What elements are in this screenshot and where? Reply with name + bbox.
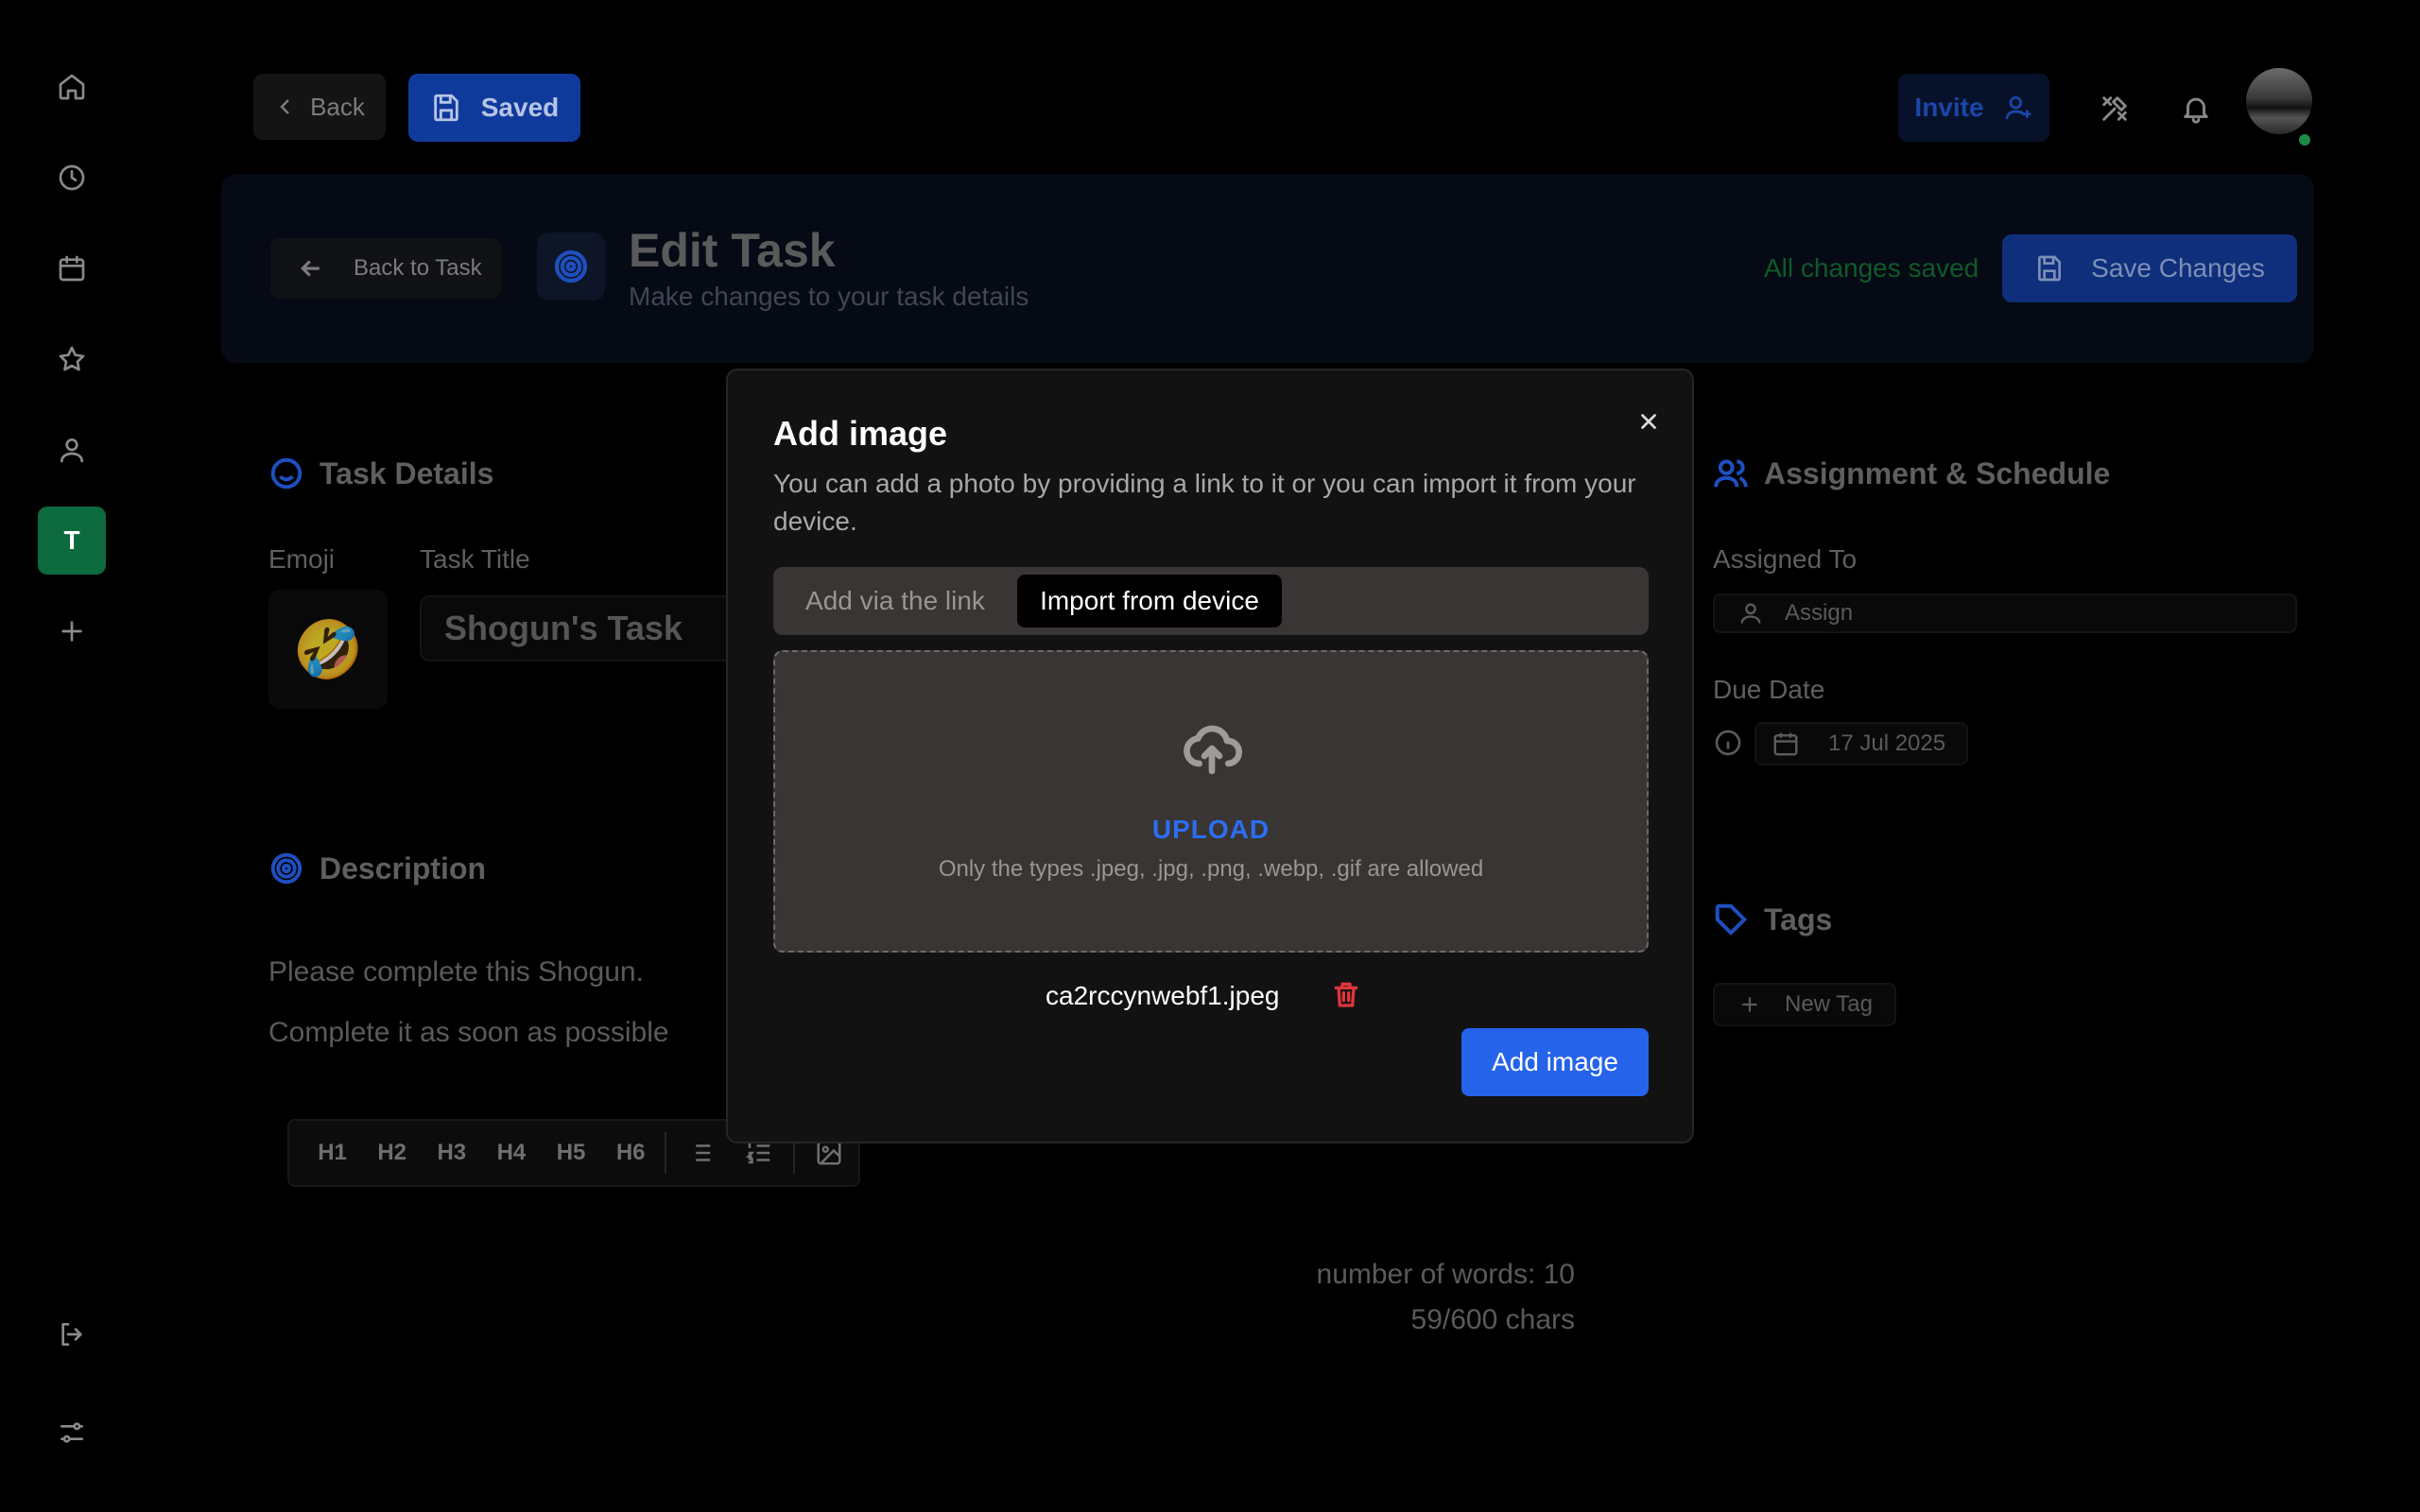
source-tabs: Add via the link Import from device — [773, 567, 1649, 635]
user-avatar[interactable] — [2246, 68, 2312, 134]
allowed-types-text: Only the types .jpeg, .jpg, .png, .webp,… — [938, 856, 1484, 882]
edit-header — [221, 174, 2314, 363]
heading-5-button[interactable]: H5 — [542, 1126, 601, 1179]
back-to-task-button[interactable]: Back to Task — [270, 238, 501, 299]
trash-icon[interactable] — [1331, 979, 1365, 1013]
target-icon — [270, 852, 302, 885]
calendar-icon — [1773, 732, 1798, 756]
description-line[interactable]: Please complete this Shogun. — [268, 956, 644, 988]
plus-icon — [1742, 997, 1757, 1012]
description-title: Description — [320, 850, 487, 885]
word-count: number of words: 10 — [1316, 1259, 1575, 1290]
bullet-list-icon[interactable] — [670, 1126, 730, 1179]
char-count: 59/600 chars — [1410, 1304, 1575, 1335]
due-date-label: Due Date — [1713, 675, 1825, 704]
clock-icon[interactable] — [38, 144, 106, 212]
home-icon[interactable] — [38, 53, 106, 121]
chevron-left-icon — [280, 99, 289, 114]
logout-icon[interactable] — [38, 1300, 106, 1368]
online-status-dot — [2297, 132, 2312, 147]
tag-icon — [1715, 903, 1748, 936]
save-icon — [434, 94, 458, 122]
upload-dropzone[interactable]: UPLOAD Only the types .jpeg, .jpg, .png,… — [773, 650, 1649, 953]
save-status: All changes saved — [1764, 253, 1979, 283]
heading-3-button[interactable]: H3 — [422, 1126, 481, 1179]
back-to-task-label: Back to Task — [354, 255, 482, 281]
heading-2-button[interactable]: H2 — [362, 1126, 422, 1179]
description-heading: Description — [268, 850, 486, 886]
bell-icon[interactable] — [2172, 85, 2220, 132]
emoji-label: Emoji — [268, 544, 336, 574]
user-icon — [1740, 603, 1761, 624]
dialog-description: You can add a photo by providing a link … — [773, 469, 1636, 536]
info-icon[interactable] — [1713, 728, 1743, 758]
back-label: Back — [310, 92, 365, 121]
saved-button[interactable]: Saved — [408, 74, 580, 142]
selected-file-name: ca2rccynwebf1.jpeg — [1046, 981, 1280, 1010]
saved-label: Saved — [480, 93, 560, 122]
new-tag-label: New Tag — [1785, 991, 1873, 1017]
user-icon[interactable] — [38, 416, 106, 484]
due-date-value: 17 Jul 2025 — [1828, 730, 1946, 756]
add-image-button[interactable]: Add image — [1461, 1028, 1649, 1096]
smile-icon — [270, 457, 302, 490]
upload-label[interactable]: UPLOAD — [775, 815, 1647, 845]
assign-input[interactable]: Assign — [1713, 593, 2297, 633]
invite-label: Invite — [1914, 93, 1984, 122]
star-icon[interactable] — [38, 325, 106, 393]
task-details-title: Task Details — [320, 455, 494, 490]
workspace-avatar[interactable]: T — [38, 507, 106, 575]
save-icon — [2038, 255, 2062, 282]
new-tag-button[interactable]: New Tag — [1713, 983, 1896, 1026]
assignment-title: Assignment & Schedule — [1764, 455, 2111, 490]
calendar-icon[interactable] — [38, 234, 106, 302]
heading-1-button[interactable]: H1 — [302, 1126, 362, 1179]
assigned-to-label: Assigned To — [1713, 544, 1858, 574]
due-date-picker[interactable]: 17 Jul 2025 — [1754, 722, 1968, 765]
tags-title: Tags — [1764, 902, 1833, 936]
page-title: Edit Task — [629, 224, 836, 277]
cloud-upload-icon — [1182, 718, 1242, 779]
dialog-title: Add image — [773, 414, 948, 453]
task-details-heading: Task Details — [268, 455, 493, 491]
assignment-heading: Assignment & Schedule — [1713, 455, 2110, 491]
toolbar-divider — [664, 1132, 666, 1174]
close-icon[interactable] — [1628, 401, 1669, 442]
tools-icon[interactable] — [2091, 85, 2138, 132]
heading-6-button[interactable]: H6 — [601, 1126, 661, 1179]
plus-icon[interactable] — [38, 597, 106, 665]
users-icon — [1714, 459, 1748, 488]
sliders-icon[interactable] — [38, 1399, 106, 1467]
page-subtitle: Make changes to your task details — [629, 282, 1029, 311]
target-icon — [537, 232, 605, 301]
tags-heading: Tags — [1713, 902, 1832, 937]
add-image-dialog: Add image You can add a photo by providi… — [726, 369, 1694, 1143]
back-button[interactable]: Back — [253, 74, 386, 140]
user-plus-icon — [2005, 96, 2031, 120]
task-title-input[interactable]: Shogun's Task — [420, 595, 741, 662]
sidebar: T — [0, 0, 142, 1512]
assign-placeholder: Assign — [1785, 600, 1854, 626]
description-line[interactable]: Complete it as soon as possible — [268, 1017, 669, 1049]
save-changes-label: Save Changes — [2091, 253, 2265, 283]
invite-button[interactable]: Invite — [1898, 74, 2049, 142]
tab-add-via-link[interactable]: Add via the link — [781, 575, 1010, 627]
heading-4-button[interactable]: H4 — [481, 1126, 541, 1179]
save-changes-button[interactable]: Save Changes — [2002, 234, 2297, 302]
tab-import-from-device[interactable]: Import from device — [1017, 575, 1282, 627]
emoji-picker[interactable]: 🤣 — [268, 590, 388, 709]
task-title-label: Task Title — [420, 544, 530, 574]
arrow-left-icon — [301, 260, 320, 277]
